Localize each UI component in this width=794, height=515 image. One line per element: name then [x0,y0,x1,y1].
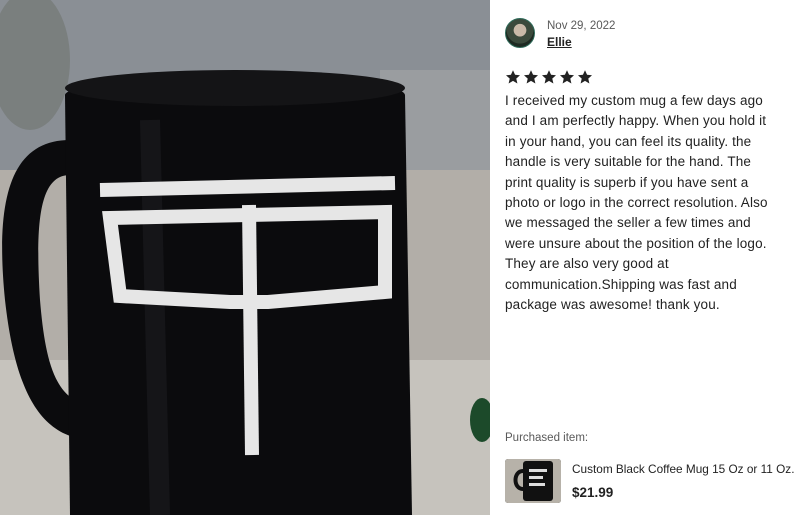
star-icon [506,70,520,84]
review-photo[interactable] [0,0,490,515]
purchased-item-price: $21.99 [572,485,614,500]
purchased-item-card[interactable]: Custom Black Coffee Mug 15 Oz or 11 Oz. … [505,459,794,503]
star-icon [578,70,592,84]
star-rating [505,69,593,85]
review-text: I received my custom mug a few days ago … [505,93,768,313]
purchased-item-title[interactable]: Custom Black Coffee Mug 15 Oz or 11 Oz. [572,462,794,476]
review-date: Nov 29, 2022 [547,20,616,32]
purchased-item-thumbnail[interactable] [505,459,561,503]
purchased-item-label: Purchased item: [505,432,589,444]
star-icon [542,70,556,84]
star-icon [560,70,574,84]
star-icon [524,70,538,84]
review-panel: Nov 29, 2022 Ellie I received my custom … [490,0,794,515]
reviewer-name-link[interactable]: Ellie [547,34,615,50]
mug-photo-illustration [0,0,490,515]
avatar[interactable] [505,18,535,48]
mug-thumbnail-icon [505,459,561,503]
reviewer-header: Nov 29, 2022 Ellie [505,18,615,50]
